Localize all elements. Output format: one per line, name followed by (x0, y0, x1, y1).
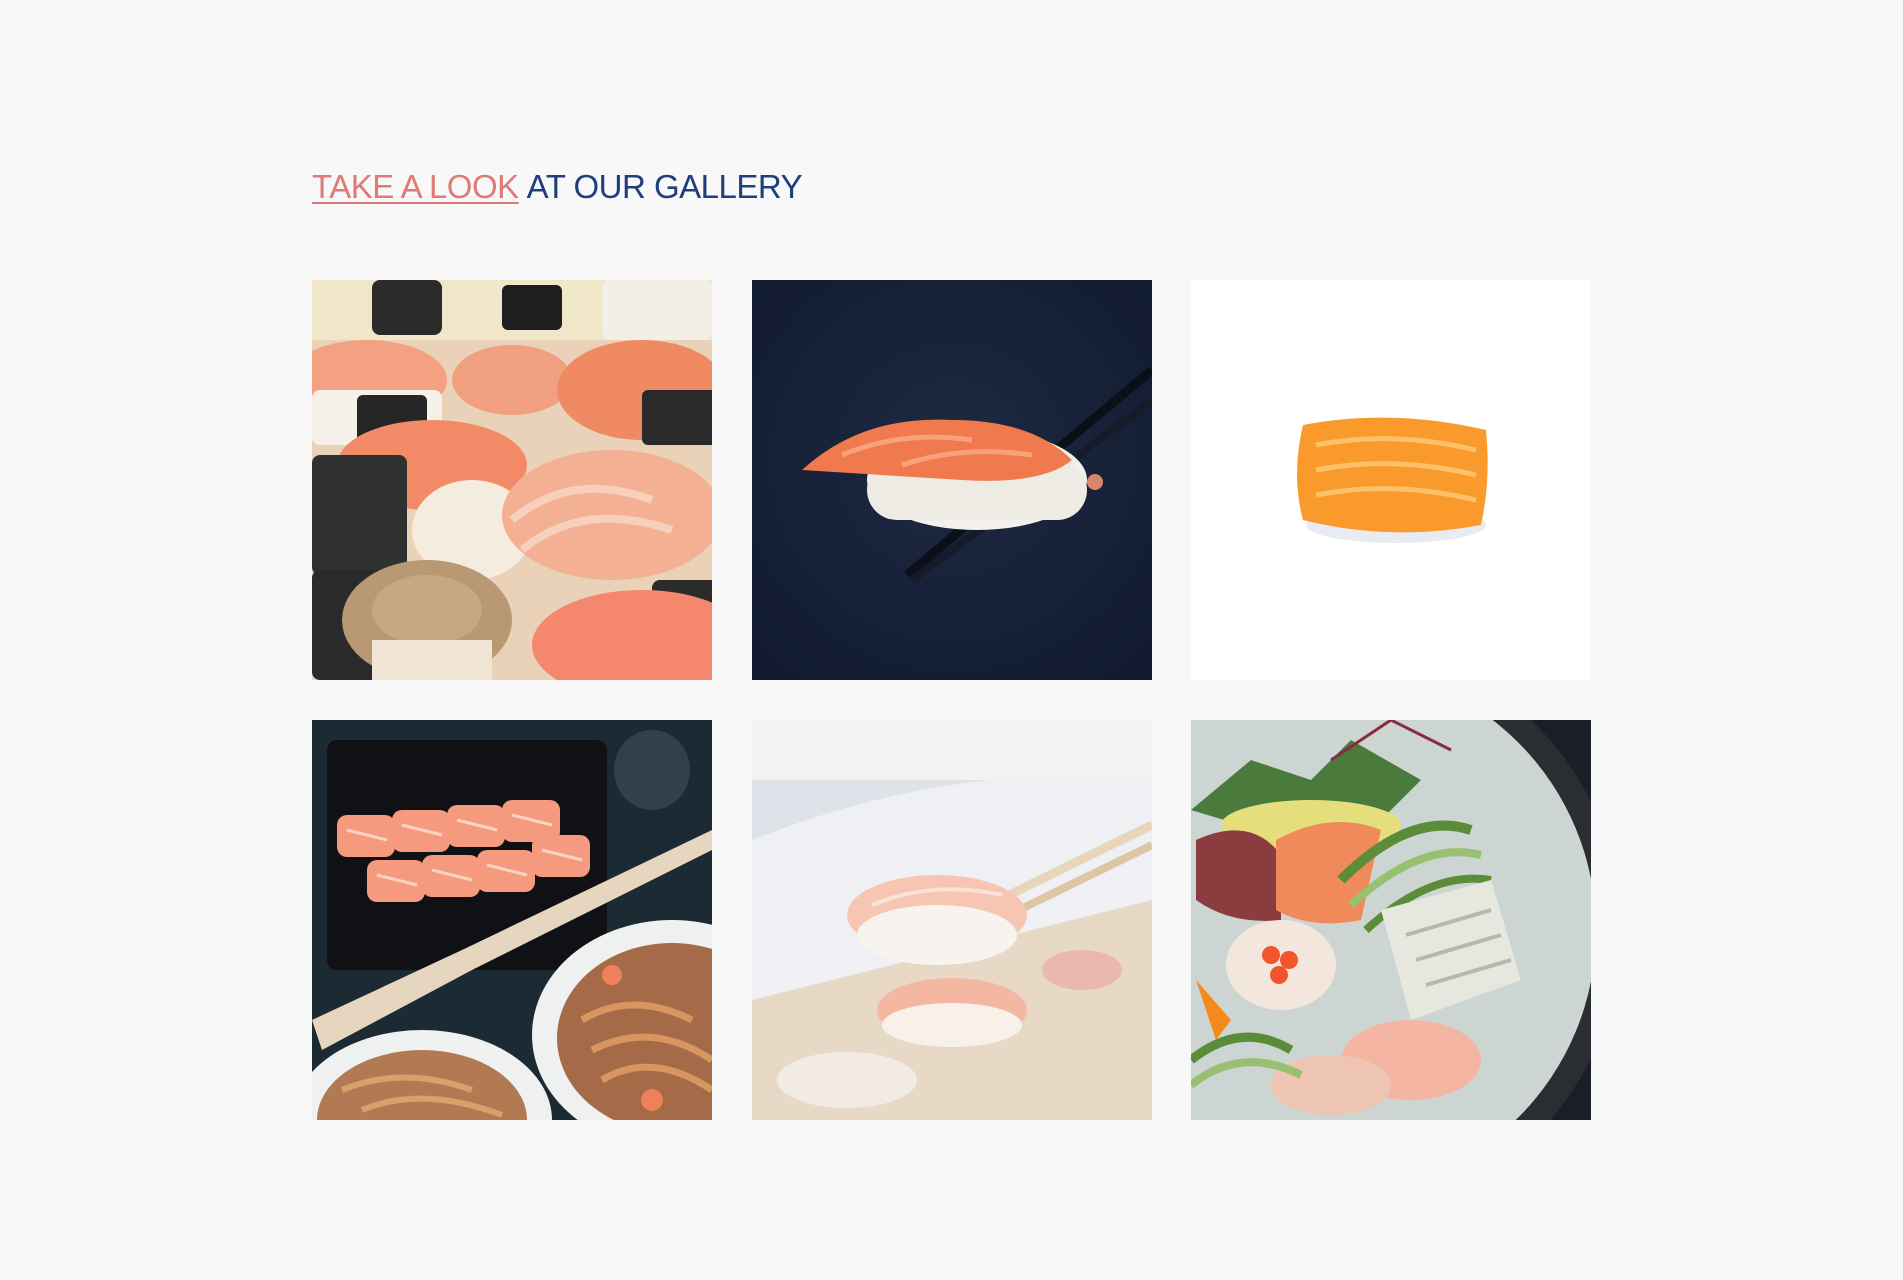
gallery-image-sushi-and-noodles[interactable] (312, 720, 712, 1120)
sushi-and-noodles-photo (312, 720, 712, 1120)
gallery-image-salmon-nigiri-chopsticks[interactable] (752, 280, 1152, 680)
gallery-section: TAKE A LOOK AT OUR GALLERY (312, 0, 1591, 1280)
gallery-image-nigiri-light[interactable] (752, 720, 1152, 1120)
gallery-image-sashimi-bowl[interactable] (1191, 720, 1591, 1120)
nigiri-light-photo (752, 720, 1152, 1120)
salmon-nigiri-chopsticks-photo (752, 280, 1152, 680)
sashimi-bowl-photo (1191, 720, 1591, 1120)
gallery-image-salmon-slice[interactable] (1191, 280, 1591, 680)
salmon-slice-photo (1191, 280, 1591, 680)
sushi-platter-photo (312, 280, 712, 680)
take-a-look-link[interactable]: TAKE A LOOK (312, 168, 519, 205)
gallery-heading-text: AT OUR GALLERY (526, 168, 803, 205)
gallery-image-sushi-platter[interactable] (312, 280, 712, 680)
gallery-heading: TAKE A LOOK AT OUR GALLERY (312, 165, 803, 209)
